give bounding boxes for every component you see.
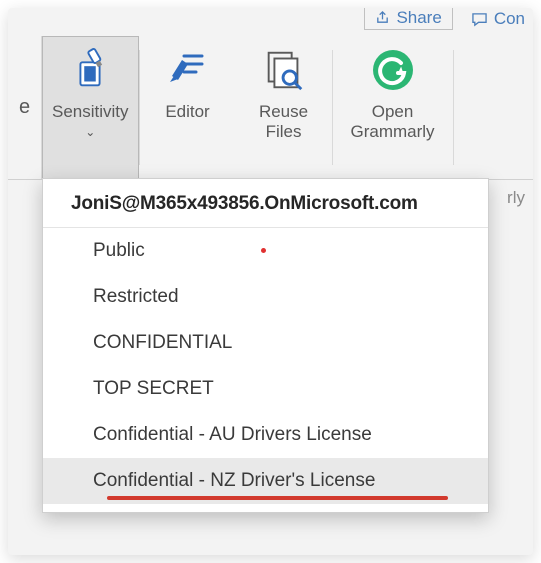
ribbon-truncated-right: rly bbox=[507, 188, 525, 208]
highlight-underline bbox=[107, 496, 448, 500]
grammarly-label: Open Grammarly bbox=[351, 102, 435, 141]
editor-button[interactable]: Editor bbox=[140, 36, 236, 179]
ribbon-separator bbox=[453, 50, 454, 165]
reuse-files-button[interactable]: Reuse Files bbox=[236, 36, 332, 179]
sensitivity-option-confidential[interactable]: CONFIDENTIAL bbox=[43, 320, 488, 366]
option-label: Confidential - NZ Driver's License bbox=[93, 470, 375, 491]
sensitivity-button[interactable]: Sensitivity ⌄ bbox=[42, 36, 139, 179]
sensitivity-icon bbox=[67, 42, 113, 98]
comments-label: Con bbox=[494, 9, 525, 29]
option-label: TOP SECRET bbox=[93, 378, 214, 399]
option-label: Public bbox=[93, 240, 145, 261]
sensitivity-option-confidential-nz[interactable]: Confidential - NZ Driver's License bbox=[43, 458, 488, 504]
grammarly-icon bbox=[369, 42, 417, 98]
sensitivity-label: Sensitivity bbox=[52, 102, 129, 122]
sensitivity-option-restricted[interactable]: Restricted bbox=[43, 274, 488, 320]
comments-button[interactable]: Con bbox=[471, 8, 525, 30]
reuse-files-icon bbox=[261, 42, 307, 98]
editor-label: Editor bbox=[165, 102, 209, 122]
editor-icon bbox=[164, 42, 212, 98]
sensitivity-option-confidential-au[interactable]: Confidential - AU Drivers License bbox=[43, 412, 488, 458]
ribbon: e Sensitivity ⌄ bbox=[8, 36, 533, 180]
share-icon bbox=[375, 10, 390, 25]
indicator-dot-icon bbox=[261, 248, 266, 253]
sensitivity-option-public[interactable]: Public bbox=[43, 228, 488, 274]
option-label: CONFIDENTIAL bbox=[93, 332, 232, 353]
dropdown-account-header: JoniS@M365x493856.OnMicrosoft.com bbox=[43, 179, 488, 228]
share-button[interactable]: Share bbox=[364, 8, 452, 30]
sensitivity-dropdown: JoniS@M365x493856.OnMicrosoft.com Public… bbox=[42, 178, 489, 513]
title-actions-strip: Share Con bbox=[8, 8, 533, 36]
share-label: Share bbox=[396, 8, 441, 28]
ribbon-truncated-left: e bbox=[8, 36, 42, 179]
option-label: Restricted bbox=[93, 286, 179, 307]
reuse-files-label: Reuse Files bbox=[259, 102, 308, 141]
comment-icon bbox=[471, 12, 488, 27]
open-grammarly-button[interactable]: Open Grammarly bbox=[333, 36, 453, 179]
option-label: Confidential - AU Drivers License bbox=[93, 424, 372, 445]
chevron-down-icon: ⌄ bbox=[85, 126, 95, 140]
sensitivity-option-top-secret[interactable]: TOP SECRET bbox=[43, 366, 488, 412]
